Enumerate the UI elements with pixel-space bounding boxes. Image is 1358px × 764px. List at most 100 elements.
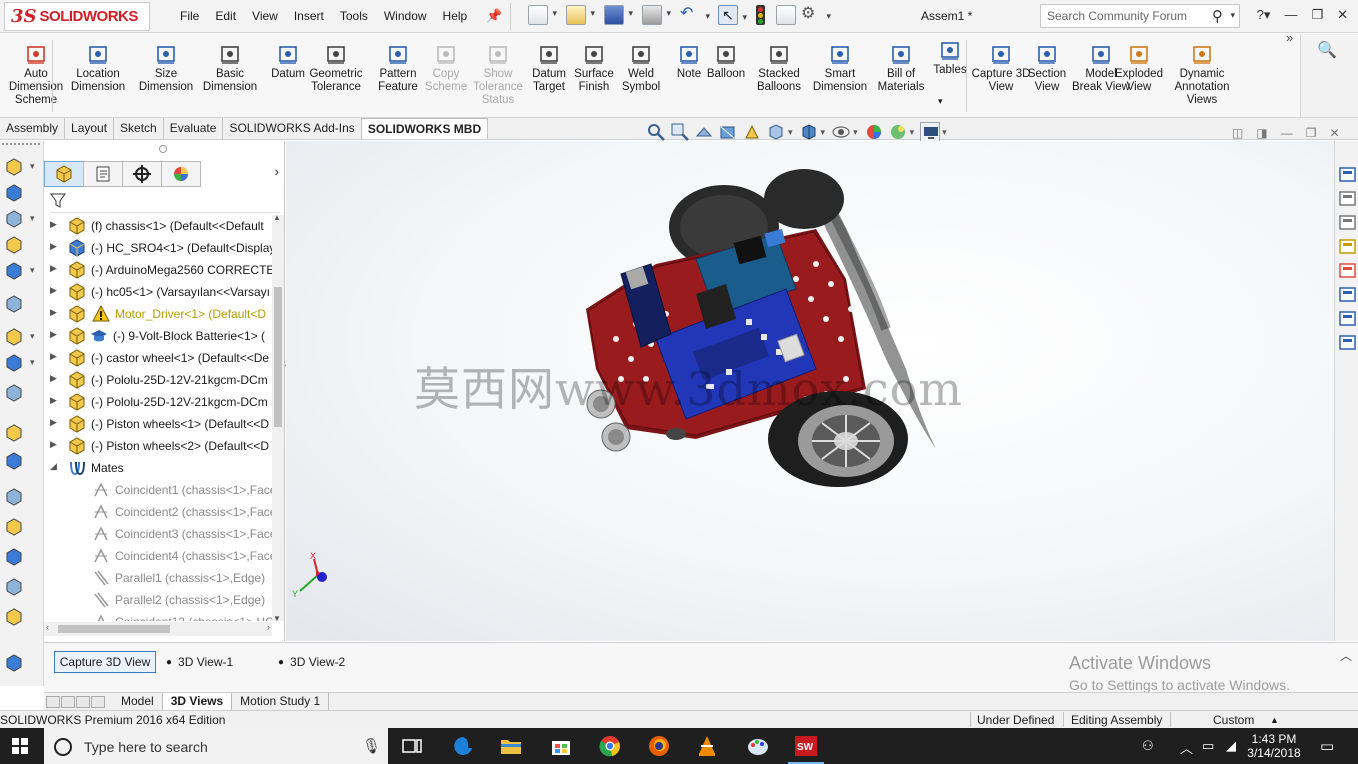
scroll-thumb[interactable] — [274, 287, 282, 427]
help-icon[interactable]: ?▾ — [1257, 7, 1271, 23]
tab-displaymanager[interactable] — [161, 161, 201, 187]
edge-browser-icon[interactable] — [451, 734, 475, 758]
search-community-forum-field[interactable]: Search Community Forum ⚲ ▾ — [1040, 4, 1240, 28]
reference-geometry-icon[interactable] — [4, 383, 24, 403]
solidworks-logo[interactable]: 3S SOLIDWORKS — [4, 2, 150, 31]
mate-item[interactable]: Parallel2 (chassis<1>,Edge) — [44, 589, 272, 611]
mate-item[interactable]: Coincident3 (chassis<1>,Face — [44, 523, 272, 545]
insert-components-icon[interactable] — [4, 157, 24, 177]
tab-configurationmanager[interactable] — [122, 161, 162, 187]
tab-sketch[interactable]: Sketch — [114, 118, 164, 139]
menu-window[interactable]: Window — [376, 7, 435, 25]
chevron-down-icon[interactable]: ▾ — [30, 161, 35, 172]
tree-component-item[interactable]: ▶ (f) chassis<1> (Default<<Default — [44, 215, 272, 237]
new-document-icon[interactable] — [528, 5, 557, 25]
tree-component-item[interactable]: ▶ (-) Pololu-25D-12V-21kgcm-DCm — [44, 391, 272, 413]
tool-auto-dimension[interactable]: Auto Dimension Scheme — [6, 44, 66, 107]
tab-solidworks-mbd[interactable]: SOLIDWORKS MBD — [361, 118, 489, 139]
toolbar-grip[interactable] — [2, 143, 40, 145]
store-icon[interactable] — [549, 734, 573, 758]
units-selector[interactable]: Custom — [1213, 713, 1254, 727]
exploded-view-icon[interactable] — [4, 487, 24, 507]
expand-arrow-icon[interactable]: ▶ — [50, 373, 57, 384]
rebuild-traffic-light-icon[interactable] — [756, 5, 765, 25]
show-hidden-components-icon[interactable] — [4, 327, 24, 347]
open-folder-icon[interactable] — [566, 5, 595, 25]
mate-item[interactable]: Coincident13 (chassis<1>,HC — [44, 611, 272, 621]
edit-appearance-icon[interactable] — [864, 122, 884, 142]
mate-item[interactable]: Coincident4 (chassis<1>,Face — [44, 545, 272, 567]
file-explorer-icon[interactable] — [1338, 213, 1357, 232]
bottom-tab-model[interactable]: Model — [113, 693, 163, 710]
ribbon-overflow-chevron-icon[interactable]: » — [1286, 30, 1293, 45]
tree-component-item[interactable]: ▶ (-) HC_SRO4<1> (Default<Display — [44, 237, 272, 259]
viewport-restore-icon[interactable]: ❐ — [1306, 126, 1317, 140]
3d-views-icon[interactable] — [1338, 333, 1357, 352]
tool-pattern-feature[interactable]: Pattern Feature — [368, 44, 428, 94]
menu-view[interactable]: View — [244, 7, 286, 25]
battery-icon[interactable]: ▭ — [1202, 738, 1214, 754]
tool-size-dimension[interactable]: Size Dimension — [139, 44, 193, 94]
scroll-left-icon[interactable]: ‹ — [46, 622, 49, 632]
tool-location-dimension[interactable]: Location Dimension — [68, 44, 128, 94]
tab-propertymanager[interactable] — [83, 161, 123, 187]
menu-help[interactable]: Help — [435, 7, 476, 25]
apply-scene-icon[interactable] — [888, 122, 908, 142]
action-center-icon[interactable]: ▭ — [1320, 737, 1334, 755]
chevron-down-icon[interactable]: ▾ — [942, 127, 947, 138]
solidworks-resources-icon[interactable] — [1338, 165, 1357, 184]
viewport-minimize-icon[interactable]: — — [1281, 126, 1293, 140]
design-library-icon[interactable] — [1338, 189, 1357, 208]
new-motion-study-icon[interactable] — [4, 423, 24, 443]
options-gear-icon[interactable]: ⚙ — [801, 5, 831, 25]
tab-evaluate[interactable]: Evaluate — [164, 118, 224, 139]
expand-arrow-icon[interactable]: ▶ — [50, 285, 57, 296]
expand-arrow-icon[interactable]: ▶ — [50, 351, 57, 362]
measure-icon[interactable] — [4, 653, 24, 673]
view-orientation-icon[interactable] — [766, 122, 786, 142]
viewport-close-icon[interactable]: ✕ — [1329, 126, 1339, 140]
solidworks-2016-taskbar-icon[interactable]: SW — [788, 734, 824, 764]
tree-component-item[interactable]: ▶ (-) Pololu-25D-12V-21kgcm-DCm — [44, 369, 272, 391]
zoom-to-fit-icon[interactable] — [646, 122, 666, 142]
chevron-down-icon[interactable]: ▾ — [853, 127, 858, 138]
appearances-scenes-icon[interactable] — [1338, 261, 1357, 280]
tab-layout[interactable]: Layout — [65, 118, 115, 139]
section-view-icon[interactable] — [718, 122, 738, 142]
tab-featuremanager[interactable] — [44, 161, 84, 187]
people-icon[interactable]: ⚇ — [1142, 738, 1154, 754]
scroll-down-icon[interactable]: ▼ — [273, 614, 281, 623]
expand-arrow-icon[interactable]: ▶ — [50, 263, 57, 274]
tree-filter[interactable] — [50, 193, 280, 213]
chevron-down-icon[interactable]: ▾ — [788, 127, 793, 138]
take-snapshot-icon[interactable] — [4, 577, 24, 597]
scroll-up-icon[interactable]: ▲ — [273, 213, 281, 222]
tool-section-view[interactable]: Section View — [1021, 44, 1073, 94]
tool-basic-dimension[interactable]: Basic Dimension — [200, 44, 260, 94]
tree-component-item[interactable]: ▶ (-) 9-Volt-Block Batterie<1> ( — [44, 325, 272, 347]
capture-3d-view-button[interactable]: Capture 3D View — [54, 651, 156, 673]
search-icon[interactable]: ⚲ — [1212, 7, 1223, 25]
update-speedpak-icon[interactable] — [4, 547, 24, 567]
first-tab-icon[interactable] — [46, 695, 60, 708]
expand-arrow-icon[interactable]: ▶ — [50, 307, 57, 318]
chevron-down-icon[interactable]: ▾ — [30, 331, 35, 342]
solidworks-forum-icon[interactable] — [1338, 309, 1357, 328]
save-icon[interactable] — [604, 5, 633, 25]
menu-edit[interactable]: Edit — [207, 7, 244, 25]
chevron-down-icon[interactable]: ▾ — [30, 357, 35, 368]
zoom-search-icon[interactable]: 🔍 — [1317, 40, 1337, 60]
tool-bill-of-materials[interactable]: Bill of Materials — [871, 44, 931, 94]
viewport-tile-right-icon[interactable]: ◨ — [1256, 126, 1267, 140]
instant-3d-icon[interactable] — [4, 517, 24, 537]
tool-balloon[interactable]: Balloon — [700, 44, 752, 81]
tool-tables[interactable]: Tables — [924, 40, 976, 77]
pin-menu-icon[interactable]: 📌 — [486, 8, 502, 24]
chrome-icon[interactable] — [598, 734, 622, 758]
expand-arrow-icon[interactable]: ▶ — [50, 329, 57, 340]
firefox-icon[interactable] — [647, 734, 671, 758]
tool-dynamic-annotation-views[interactable]: Dynamic Annotation Views — [1172, 44, 1232, 107]
expand-arrow-icon[interactable]: ▶ — [50, 395, 57, 406]
hide-show-items-icon[interactable] — [831, 122, 851, 142]
zoom-to-area-icon[interactable] — [670, 122, 690, 142]
